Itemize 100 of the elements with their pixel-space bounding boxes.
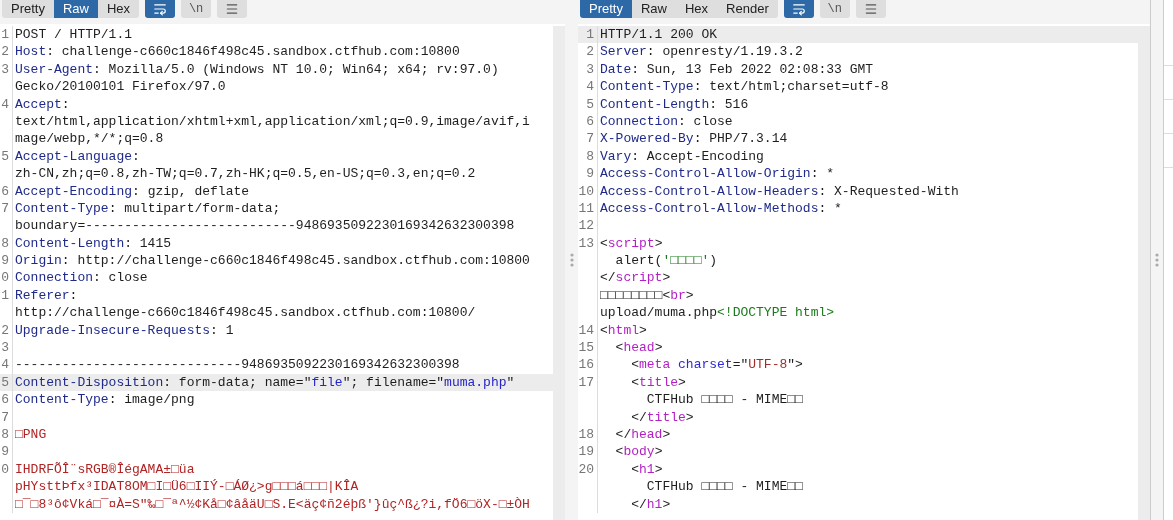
- drag-handle-icon[interactable]: [569, 252, 574, 268]
- code-line: <meta charset="UTF-8">: [630, 356, 803, 374]
- code-line: </h1>: [630, 495, 671, 513]
- line-number: 9: [586, 166, 594, 182]
- line-number: 3: [1, 61, 9, 77]
- line-number: 4: [586, 79, 594, 95]
- line-number: 12: [578, 218, 594, 234]
- line-number: 9: [1, 444, 9, 460]
- code-line: mage/webp,*/*;q=0.8: [14, 130, 164, 148]
- line-number: 1: [586, 27, 594, 42]
- line-number: 6: [1, 392, 9, 408]
- line-number: 5: [586, 96, 594, 112]
- line-number: 2: [1, 322, 9, 338]
- code-line: Content-Type: multipart/form-data;: [14, 199, 281, 218]
- view-tab[interactable]: Raw: [631, 0, 676, 18]
- line-number: 2: [586, 44, 594, 60]
- view-tab[interactable]: Render: [717, 0, 778, 18]
- line-number: 3: [586, 61, 594, 77]
- line-number: 0: [1, 461, 9, 477]
- code-line: Vary: Accept-Encoding: [599, 147, 764, 166]
- code-line: CTFHub □□□□ - MIME□□: [645, 478, 803, 496]
- code-line: Access-Control-Allow-Headers: X-Requested-With: [599, 182, 959, 200]
- menu-button[interactable]: [217, 0, 248, 18]
- code-line: Connection: close: [14, 269, 148, 287]
- code-line: boundary=---------------------------9486935092230169342632300398: [14, 217, 515, 235]
- line-number: 13: [578, 235, 594, 251]
- code-line: pHYsttÞfx³IDAT8OM□I□Ü6□IIÝ-□ÁØ¿>g□□□á□□□|KÎA: [14, 478, 359, 496]
- line-number: 1: [1, 27, 9, 42]
- code-line: HTTP/1.1 200 OK: [599, 26, 718, 44]
- code-line: □□□□□□□□<br>: [599, 286, 694, 305]
- code-line: <title>: [630, 373, 686, 392]
- menu-icon: [863, 2, 878, 16]
- line-number: 20: [578, 461, 594, 477]
- code-line: Content-Disposition: form-data; name="file"; filename="muma.php": [14, 373, 515, 392]
- code-line: Referer:: [14, 286, 78, 305]
- line-number: 16: [578, 357, 594, 373]
- line-number: 7: [1, 409, 9, 425]
- line-number: 5: [1, 374, 9, 390]
- line-number: 7: [586, 131, 594, 147]
- code-line: upload/muma.php<!DOCTYPE html>: [599, 304, 835, 322]
- code-line: alert('□□□□'): [614, 252, 718, 270]
- code-line: Content-Type: text/html;charset=utf-8: [599, 78, 889, 96]
- code-line: □¯□8³ô¢Vká□¯¤À=S"‰□¯ª^½¢Kå□¢âåäU□S.E<äç¢ñ2éþß'}ûç^ß¿?i,fÖ6□öX-□±ÒH: [14, 495, 530, 513]
- wrap-toggle[interactable]: [145, 0, 176, 18]
- code-line: Content-Type: image/png: [14, 391, 195, 409]
- line-number: 15: [578, 340, 594, 356]
- code-line: Upgrade-Insecure-Requests: 1: [14, 321, 234, 340]
- code-line: User-Agent: Mozilla/5.0 (Windows NT 10.0; Win64; x64; rv:97.0): [14, 60, 499, 79]
- line-number: 9: [1, 253, 9, 269]
- code-line: Content-Length: 1415: [14, 234, 172, 253]
- code-line: Access-Control-Allow-Methods: *: [599, 199, 842, 218]
- code-line: Date: Sun, 13 Feb 2022 02:08:33 GMT: [599, 60, 874, 79]
- line-number: 8: [1, 427, 9, 442]
- code-line: </head>: [614, 426, 671, 444]
- line-number: 8: [586, 148, 594, 164]
- code-line: </title>: [630, 408, 694, 426]
- view-tab[interactable]: Hex: [676, 0, 718, 18]
- menu-icon: [225, 2, 240, 16]
- view-tab[interactable]: Raw: [53, 0, 98, 18]
- code-line: <head>: [614, 339, 663, 357]
- code-line: Server: openresty/1.19.3.2: [599, 43, 803, 61]
- view-tab[interactable]: Hex: [98, 0, 140, 18]
- code-line: Accept:: [14, 95, 70, 113]
- line-number: 2: [1, 44, 9, 60]
- line-number: 4: [1, 357, 9, 373]
- line-number: 19: [578, 444, 594, 460]
- line-number: 10: [578, 183, 594, 199]
- view-tab[interactable]: Pretty: [2, 0, 54, 18]
- newline-toggle[interactable]: \n: [819, 0, 850, 18]
- line-number: 6: [1, 183, 9, 199]
- code-line: POST / HTTP/1.1: [14, 26, 133, 44]
- line-number: 4: [1, 96, 9, 112]
- wrap-toggle[interactable]: [783, 0, 814, 18]
- view-tab[interactable]: Pretty: [580, 0, 632, 18]
- code-line: zh-CN,zh;q=0.8,zh-TW;q=0.7,zh-HK;q=0.5,en-US;q=0.3,en;q=0.2: [14, 165, 476, 183]
- line-number: 18: [578, 427, 594, 442]
- line-number: 1: [1, 287, 9, 303]
- line-number: 11: [578, 200, 594, 216]
- line-number: 14: [578, 322, 594, 338]
- code-line: Access-Control-Allow-Origin: *: [599, 165, 835, 183]
- code-line: Origin: http://challenge-c660c1846f498c45.sandbox.ctfhub.com:10800: [14, 252, 530, 270]
- line-number: 17: [578, 374, 594, 390]
- menu-button[interactable]: [855, 0, 886, 18]
- wrap-icon: [791, 2, 806, 16]
- code-line: Accept-Language:: [14, 147, 140, 166]
- code-line: Connection: close: [599, 112, 733, 131]
- code-line: http://challenge-c660c1846f498c45.sandbox.ctfhub.com:10800/: [14, 304, 476, 322]
- code-line: Host: challenge-c660c1846f498c45.sandbox.ctfhub.com:10800: [14, 43, 460, 61]
- code-line: <body>: [614, 443, 663, 461]
- code-line: <html>: [599, 321, 647, 340]
- line-number: 7: [1, 200, 9, 216]
- code-line: -----------------------------9486935092230169342632300398: [14, 356, 460, 374]
- drag-handle-icon[interactable]: [1155, 252, 1159, 268]
- code-line: text/html,application/xhtml+xml,application/xml;q=0.9,image/avif,i: [14, 112, 530, 131]
- code-line: Accept-Encoding: gzip, deflate: [14, 182, 250, 200]
- code-line: CTFHub □□□□ - MIME□□: [645, 391, 803, 409]
- line-number: 3: [1, 340, 9, 356]
- newline-toggle[interactable]: \n: [181, 0, 212, 18]
- code-line: <script>: [599, 234, 663, 253]
- line-number: 0: [1, 270, 9, 286]
